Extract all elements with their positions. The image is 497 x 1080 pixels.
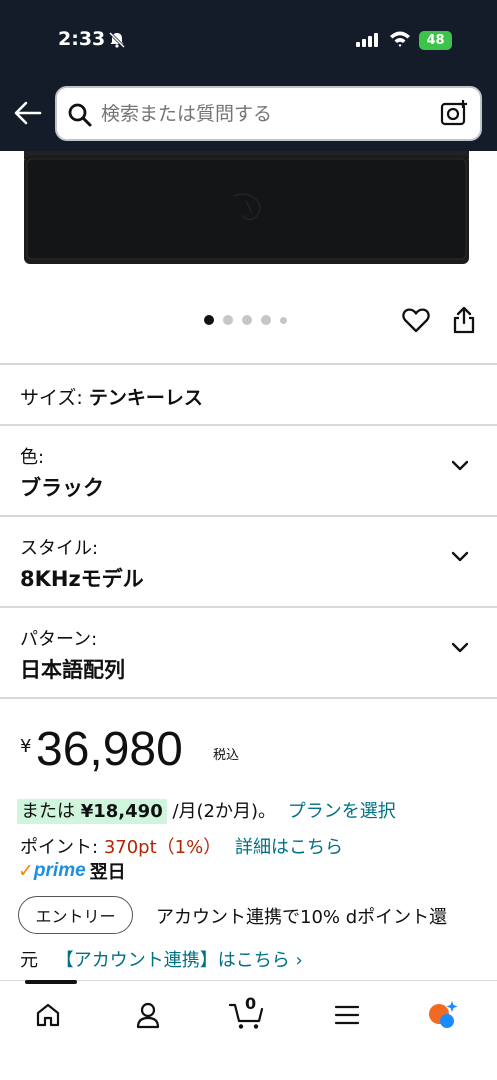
bottom-nav: 0: [0, 980, 497, 1080]
menu-icon: [334, 1005, 360, 1025]
installment-highlight: または ¥18,490: [17, 799, 167, 824]
price-currency: ¥: [20, 736, 32, 757]
color-label: 色:: [20, 447, 45, 468]
points-info: ポイント: 370pt（1%） 詳細はこちら: [20, 833, 343, 859]
product-image-area[interactable]: [0, 151, 497, 361]
prime-check-icon: ✓: [18, 860, 34, 882]
product-image-wrist-rest[interactable]: [24, 151, 469, 264]
nav-cart[interactable]: 0: [222, 994, 272, 1035]
installment-prefix: または: [21, 801, 75, 822]
tax-label: 税込: [213, 748, 240, 763]
chevron-down-icon: [451, 551, 469, 562]
chevron-down-icon: [451, 460, 469, 471]
color-value: ブラック: [20, 476, 104, 500]
prime-logo: prime: [33, 860, 86, 881]
color-selector[interactable]: 色: ブラック: [0, 425, 497, 515]
pager-dot[interactable]: [223, 315, 233, 325]
style-value: 8KHzモデル: [20, 567, 144, 591]
points-details-link[interactable]: 詳細はこちら: [235, 837, 343, 858]
nav-home[interactable]: [23, 995, 73, 1035]
installment-plan-link[interactable]: プランを選択: [288, 801, 396, 822]
pager-dot[interactable]: [261, 315, 271, 325]
size-value: テンキーレス: [88, 387, 203, 409]
nav-active-indicator: [25, 980, 77, 984]
rufus-icon: [429, 1001, 458, 1028]
signal-icon: [356, 33, 378, 47]
search-box[interactable]: [55, 86, 482, 141]
nav-rufus[interactable]: [418, 995, 468, 1035]
account-link[interactable]: 【アカウント連携】はこちら ›: [56, 950, 303, 971]
heart-icon[interactable]: [402, 307, 430, 333]
size-selection: サイズ: テンキーレス: [20, 383, 203, 410]
camera-search-icon[interactable]: [440, 99, 468, 127]
points-label: ポイント:: [20, 837, 99, 858]
search-icon: [68, 103, 92, 127]
price-amount: 36,980: [36, 723, 183, 776]
share-icon[interactable]: [452, 306, 476, 334]
back-arrow-icon[interactable]: [14, 100, 42, 126]
account-icon: [136, 1002, 160, 1029]
entry-promo-text: アカウント連携で10% dポイント還: [156, 907, 448, 928]
wifi-icon: [390, 31, 410, 47]
nav-account[interactable]: [123, 995, 173, 1035]
entry-button[interactable]: エントリー: [18, 896, 133, 934]
points-value: 370pt（1%）: [103, 837, 222, 858]
pattern-selector[interactable]: パターン: 日本語配列: [0, 607, 497, 697]
pager-dot[interactable]: [280, 316, 287, 324]
bell-muted-icon: [108, 31, 126, 49]
entry-promo-text-end: 元: [20, 950, 38, 971]
status-time: 2:33: [58, 28, 106, 50]
image-pager: [204, 315, 287, 325]
pattern-value: 日本語配列: [20, 658, 125, 682]
home-icon: [36, 1003, 60, 1027]
nav-menu[interactable]: [322, 995, 372, 1035]
style-label: スタイル:: [20, 538, 99, 559]
top-bar: 2:33 48: [0, 0, 497, 151]
search-input[interactable]: [101, 88, 421, 139]
chevron-down-icon: [451, 642, 469, 653]
installment-info: または ¥18,490 /月(2か月)。 プランを選択: [17, 797, 396, 824]
prime-delivery-day: 翌日: [89, 862, 126, 883]
battery-indicator: 48: [419, 31, 452, 50]
size-label: サイズ:: [20, 387, 83, 409]
cart-count: 0: [245, 994, 257, 1013]
entry-promo-line2: 元 【アカウント連携】はこちら ›: [20, 946, 303, 972]
divider: [0, 363, 497, 365]
pager-dot[interactable]: [242, 315, 252, 325]
pattern-label: パターン:: [20, 629, 98, 650]
installment-suffix: /月(2か月)。: [172, 801, 277, 822]
style-selector[interactable]: スタイル: 8KHzモデル: [0, 516, 497, 606]
installment-amount: ¥18,490: [80, 801, 163, 822]
prime-delivery: ✓ prime 翌日: [18, 858, 126, 884]
pager-dot[interactable]: [204, 315, 214, 325]
divider: [0, 697, 497, 699]
